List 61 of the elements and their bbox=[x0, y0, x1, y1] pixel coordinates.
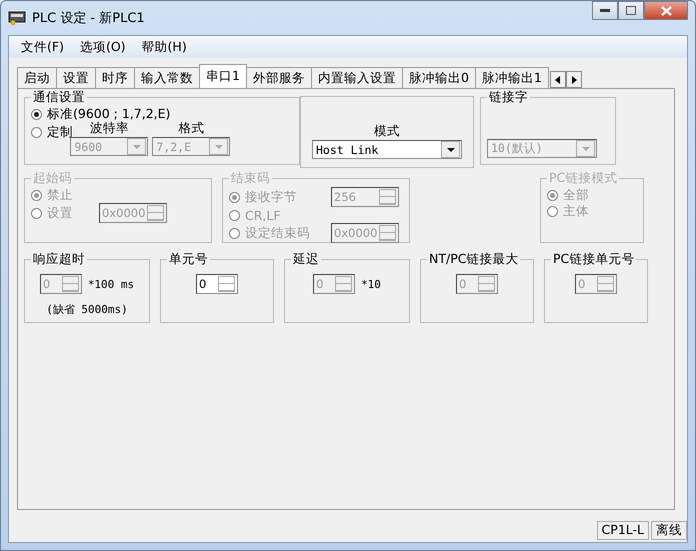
group-title: 结束码 bbox=[230, 170, 271, 187]
dropdown-arrow-icon bbox=[582, 146, 590, 150]
radio-label: 主体 bbox=[563, 202, 589, 220]
tab[interactable]: 启动 bbox=[17, 67, 57, 88]
radio-label: 标准(9600 ; 1,7,2,E) bbox=[47, 106, 170, 122]
field-label: 波特率 bbox=[90, 120, 129, 137]
radio-label: 定制 bbox=[47, 124, 73, 140]
status-text: 离线 bbox=[651, 521, 687, 540]
field-label: 格式 bbox=[178, 120, 204, 137]
spin-arrows-icon bbox=[335, 276, 352, 292]
radio-label: 全部 bbox=[563, 186, 589, 204]
group-title: 单元号 bbox=[168, 251, 209, 268]
spin-box[interactable]: 0 bbox=[196, 274, 238, 294]
group-title: PC链接模式 bbox=[548, 170, 618, 187]
minimize-button[interactable] bbox=[592, 1, 618, 20]
spin-arrows-icon bbox=[62, 276, 79, 292]
spin-arrows-icon bbox=[379, 225, 396, 241]
group-title: 延迟 bbox=[292, 251, 320, 268]
dropdown-arrow-icon bbox=[446, 148, 454, 152]
radio-label: 接收字节 bbox=[245, 188, 297, 206]
menu-item[interactable]: 选项(O) bbox=[72, 38, 134, 56]
radio-button[interactable] bbox=[31, 126, 42, 138]
radio-label: CR,LF bbox=[245, 208, 281, 222]
menu-item[interactable]: 文件(F) bbox=[13, 38, 72, 56]
scroll-right-button[interactable] bbox=[566, 71, 582, 88]
radio-label: 禁止 bbox=[47, 186, 73, 204]
right-arrow-icon bbox=[570, 76, 577, 84]
radio-label: 设定结束码 bbox=[245, 224, 310, 242]
spin-arrows-icon bbox=[379, 189, 396, 205]
minimize-icon bbox=[600, 8, 610, 12]
group-title: 链接字 bbox=[488, 89, 529, 106]
tab[interactable]: 串口1 bbox=[199, 64, 247, 88]
app-icon bbox=[8, 10, 26, 26]
window-title: PLC 设定 - 新PLC1 bbox=[32, 10, 146, 27]
close-button[interactable] bbox=[644, 1, 688, 20]
group-title: NT/PC链接最大 bbox=[428, 251, 520, 268]
unit-label: *100 ms bbox=[88, 278, 134, 290]
dropdown-arrow-icon bbox=[132, 144, 141, 148]
dropdown-arrow-icon bbox=[214, 144, 223, 148]
maximize-button[interactable] bbox=[618, 1, 644, 20]
spin-arrows-icon bbox=[597, 276, 614, 292]
tab[interactable]: 脉冲输出1 bbox=[474, 67, 549, 88]
dropdown[interactable]: Host Link bbox=[312, 140, 462, 159]
radio-label: 设置 bbox=[47, 204, 73, 222]
close-icon bbox=[660, 6, 672, 16]
left-arrow-icon bbox=[554, 76, 561, 84]
radio-button[interactable] bbox=[31, 108, 42, 120]
group-title: 通信设置 bbox=[32, 89, 86, 106]
field-label: 模式 bbox=[374, 123, 400, 140]
group-title: PC链接单元号 bbox=[552, 251, 636, 268]
unit-label: *10 bbox=[361, 278, 381, 290]
group-title: 响应超时 bbox=[32, 251, 86, 268]
maximize-icon bbox=[626, 6, 636, 15]
spin-arrows-icon bbox=[147, 205, 164, 221]
spin-arrows-icon bbox=[478, 276, 495, 292]
group-title: 起始码 bbox=[32, 170, 73, 187]
menu-item[interactable]: 帮助(H) bbox=[134, 38, 195, 56]
note-text: (缺省 5000ms) bbox=[45, 302, 129, 317]
status-text: CP1L-L bbox=[596, 521, 649, 540]
scroll-left-button[interactable] bbox=[550, 71, 566, 88]
spin-arrows-icon bbox=[218, 276, 235, 292]
